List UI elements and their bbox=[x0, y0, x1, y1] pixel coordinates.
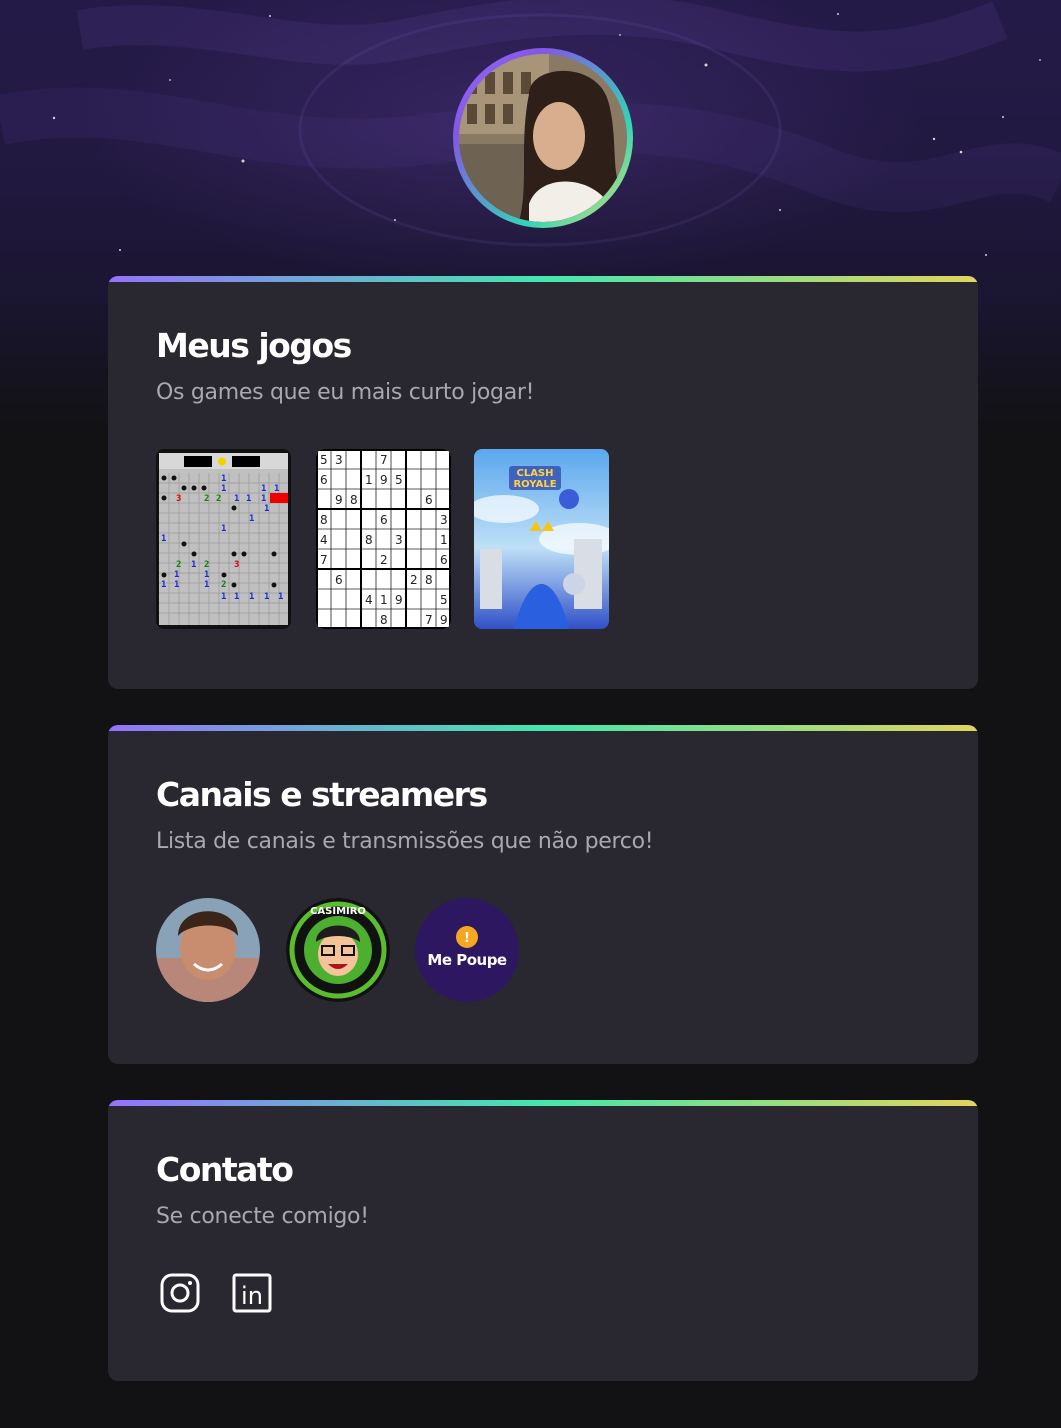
svg-text:6: 6 bbox=[335, 573, 343, 587]
clash-logo-text: CLASH bbox=[516, 468, 553, 479]
instagram-icon bbox=[160, 1273, 200, 1313]
linkedin-icon: in bbox=[232, 1273, 272, 1313]
svg-text:8: 8 bbox=[425, 573, 433, 587]
svg-text:3: 3 bbox=[335, 453, 343, 467]
svg-text:1: 1 bbox=[174, 570, 179, 580]
instagram-link[interactable] bbox=[160, 1273, 200, 1313]
svg-text:5: 5 bbox=[440, 593, 448, 607]
svg-text:1: 1 bbox=[234, 494, 239, 504]
streamers-subtitle: Lista de canais e transmissões que não p… bbox=[156, 829, 654, 854]
svg-text:1: 1 bbox=[246, 494, 251, 504]
svg-text:1: 1 bbox=[365, 473, 373, 487]
svg-text:6: 6 bbox=[380, 513, 388, 527]
svg-text:2: 2 bbox=[410, 573, 418, 587]
streamer-avatar-1[interactable] bbox=[156, 898, 260, 1002]
svg-text:2: 2 bbox=[221, 580, 226, 590]
svg-text:9: 9 bbox=[440, 613, 448, 627]
streamers-title: Canais e streamers bbox=[156, 775, 488, 814]
svg-text:in: in bbox=[241, 1282, 263, 1310]
svg-text:2: 2 bbox=[216, 494, 221, 504]
casimiro-text: CASIMIRO bbox=[310, 906, 366, 917]
streamer-me-poupe[interactable]: ! Me Poupe bbox=[415, 898, 519, 1002]
games-title: Meus jogos bbox=[156, 326, 352, 365]
svg-text:!: ! bbox=[464, 931, 470, 946]
game-minesweeper[interactable]: 111 111 111 111 111 11 111 11 222 22 33 bbox=[156, 449, 291, 629]
contact-card: Contato Se conecte comigo! in bbox=[108, 1100, 978, 1381]
svg-text:1: 1 bbox=[221, 592, 226, 602]
svg-text:1: 1 bbox=[174, 580, 179, 590]
svg-text:1: 1 bbox=[221, 524, 226, 534]
game-clash-royale[interactable]: CLASH ROYALE bbox=[474, 449, 609, 629]
svg-text:4: 4 bbox=[365, 593, 373, 607]
svg-text:6: 6 bbox=[440, 553, 448, 567]
profile-photo bbox=[459, 54, 627, 222]
svg-text:1: 1 bbox=[261, 494, 266, 504]
svg-text:2: 2 bbox=[204, 494, 209, 504]
streamers-card: Canais e streamers Lista de canais e tra… bbox=[108, 725, 978, 1064]
contact-title: Contato bbox=[156, 1150, 294, 1189]
svg-text:5: 5 bbox=[395, 473, 403, 487]
svg-text:1: 1 bbox=[440, 533, 448, 547]
profile-avatar bbox=[453, 48, 633, 228]
svg-text:4: 4 bbox=[320, 533, 328, 547]
svg-text:7: 7 bbox=[425, 613, 433, 627]
svg-text:3: 3 bbox=[234, 560, 239, 570]
games-subtitle: Os games que eu mais curto jogar! bbox=[156, 380, 535, 405]
svg-text:3: 3 bbox=[440, 513, 448, 527]
svg-text:1: 1 bbox=[274, 484, 279, 494]
svg-text:1: 1 bbox=[249, 592, 254, 602]
streamer-casimiro[interactable]: CASIMIRO bbox=[286, 898, 390, 1002]
linkedin-link[interactable]: in bbox=[232, 1273, 272, 1313]
games-card: Meus jogos Os games que eu mais curto jo… bbox=[108, 276, 978, 689]
svg-text:1: 1 bbox=[221, 474, 226, 484]
svg-text:1: 1 bbox=[161, 534, 166, 544]
contact-subtitle: Se conecte comigo! bbox=[156, 1204, 369, 1229]
svg-text:5: 5 bbox=[320, 453, 328, 467]
svg-text:1: 1 bbox=[278, 592, 283, 602]
svg-text:8: 8 bbox=[365, 533, 373, 547]
svg-text:1: 1 bbox=[380, 593, 388, 607]
svg-text:1: 1 bbox=[161, 580, 166, 590]
svg-text:6: 6 bbox=[320, 473, 328, 487]
svg-text:1: 1 bbox=[234, 592, 239, 602]
svg-text:1: 1 bbox=[249, 514, 254, 524]
svg-text:3: 3 bbox=[395, 533, 403, 547]
svg-text:1: 1 bbox=[221, 484, 226, 494]
svg-text:6: 6 bbox=[425, 493, 433, 507]
svg-text:2: 2 bbox=[176, 560, 181, 570]
svg-text:9: 9 bbox=[335, 493, 343, 507]
svg-text:9: 9 bbox=[395, 593, 403, 607]
svg-text:1: 1 bbox=[264, 504, 269, 514]
svg-text:1: 1 bbox=[191, 560, 196, 570]
svg-text:2: 2 bbox=[204, 560, 209, 570]
svg-text:1: 1 bbox=[264, 592, 269, 602]
svg-text:9: 9 bbox=[380, 473, 388, 487]
game-sudoku[interactable]: 537 6195 986 863 4831 726 628 4195 879 bbox=[316, 449, 451, 629]
svg-text:1: 1 bbox=[204, 580, 209, 590]
svg-text:1: 1 bbox=[261, 484, 266, 494]
svg-text:3: 3 bbox=[176, 494, 181, 504]
me-poupe-text: Me Poupe bbox=[427, 951, 507, 969]
svg-text:1: 1 bbox=[204, 570, 209, 580]
svg-text:8: 8 bbox=[350, 493, 358, 507]
svg-text:7: 7 bbox=[320, 553, 328, 567]
svg-text:8: 8 bbox=[380, 613, 388, 627]
svg-text:8: 8 bbox=[320, 513, 328, 527]
svg-text:7: 7 bbox=[380, 453, 388, 467]
svg-text:ROYALE: ROYALE bbox=[513, 479, 556, 490]
svg-text:2: 2 bbox=[380, 553, 388, 567]
